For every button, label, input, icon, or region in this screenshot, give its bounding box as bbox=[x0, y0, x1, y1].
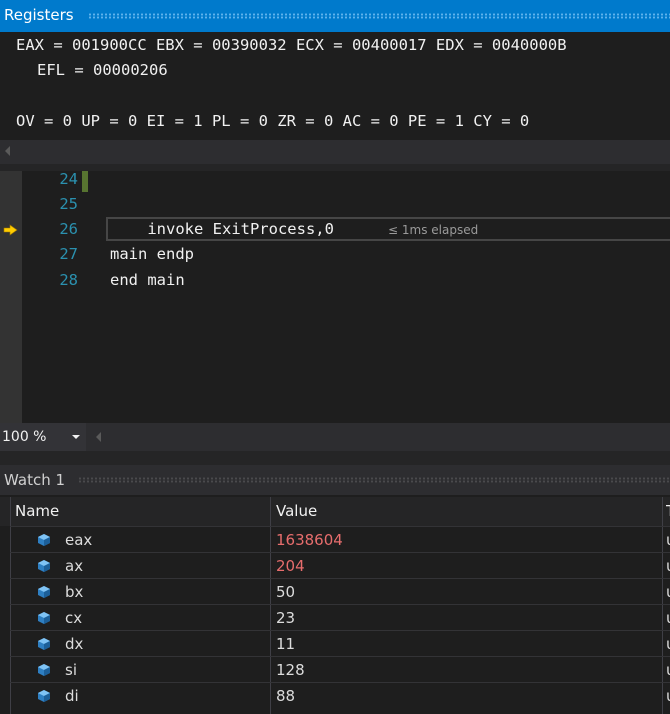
line-number: 26 bbox=[59, 220, 78, 238]
watch-item-name[interactable]: si bbox=[65, 661, 77, 679]
watch-row-dx[interactable]: dx 11 u bbox=[10, 630, 670, 656]
editor-zoom-bar: 100 % bbox=[0, 423, 670, 451]
registers-title-bar[interactable]: Registers bbox=[0, 0, 670, 32]
panel-separator bbox=[0, 451, 670, 465]
watch-column-header: Name Value T bbox=[0, 497, 670, 526]
watch-item-value[interactable]: 88 bbox=[276, 687, 295, 705]
registers-panel[interactable]: EAX = 001900CC EBX = 00390032 ECX = 0040… bbox=[0, 32, 670, 140]
glyph-margin[interactable] bbox=[0, 171, 22, 423]
editor-scroll-left-arrow-icon[interactable] bbox=[96, 432, 101, 442]
watch-item-value[interactable]: 11 bbox=[276, 635, 295, 653]
watch-row-ax[interactable]: ax 204 u bbox=[10, 552, 670, 578]
watch-title-bar[interactable]: Watch 1 bbox=[0, 465, 670, 495]
scroll-left-arrow-icon[interactable] bbox=[5, 146, 10, 156]
line-number: 24 bbox=[59, 170, 78, 188]
elapsed-time-tip: ≤ 1ms elapsed bbox=[388, 223, 479, 237]
watch-item-name[interactable]: bx bbox=[65, 583, 83, 601]
variable-cube-icon bbox=[37, 688, 51, 702]
zoom-level-value: 100 % bbox=[2, 429, 47, 445]
registers-grip bbox=[88, 13, 670, 19]
watch-left-margin bbox=[0, 526, 10, 714]
watch-item-name[interactable]: di bbox=[65, 687, 79, 705]
watch-item-type: u bbox=[666, 687, 670, 705]
line-number: 25 bbox=[59, 195, 78, 213]
watch-item-value[interactable]: 23 bbox=[276, 609, 295, 627]
watch-item-value[interactable]: 128 bbox=[276, 661, 305, 679]
variable-cube-icon bbox=[37, 636, 51, 650]
panel-separator bbox=[0, 164, 670, 171]
variable-cube-icon bbox=[37, 610, 51, 624]
registers-line-efl: EFL = 00000206 bbox=[37, 61, 168, 79]
variable-cube-icon bbox=[37, 662, 51, 676]
watch-item-name[interactable]: ax bbox=[65, 557, 83, 575]
watch-title: Watch 1 bbox=[4, 471, 66, 489]
changed-line-marker bbox=[82, 171, 88, 192]
variable-cube-icon bbox=[37, 558, 51, 572]
watch-row-eax[interactable]: eax 1638604 u bbox=[10, 526, 670, 552]
registers-horizontal-scrollbar[interactable] bbox=[0, 140, 670, 164]
watch-item-value[interactable]: 204 bbox=[276, 557, 305, 575]
code-line[interactable]: end main bbox=[110, 271, 185, 289]
code-line-current[interactable]: invoke ExitProcess,0 bbox=[110, 220, 334, 238]
watch-item-name[interactable]: cx bbox=[65, 609, 82, 627]
code-line[interactable]: main endp bbox=[110, 245, 194, 263]
line-number: 27 bbox=[59, 245, 78, 263]
zoom-level-dropdown[interactable]: 100 % bbox=[0, 423, 86, 451]
registers-line-general: EAX = 001900CC EBX = 00390032 ECX = 0040… bbox=[16, 36, 567, 54]
watch-grip bbox=[78, 477, 670, 483]
line-number: 28 bbox=[59, 271, 78, 289]
current-line-arrow-icon bbox=[3, 224, 18, 236]
watch-item-value[interactable]: 50 bbox=[276, 583, 295, 601]
registers-title: Registers bbox=[4, 6, 74, 24]
watch-item-name[interactable]: eax bbox=[65, 531, 92, 549]
watch-row-cx[interactable]: cx 23 u bbox=[10, 604, 670, 630]
watch-row-si[interactable]: si 128 u bbox=[10, 656, 670, 682]
column-header-type[interactable]: T bbox=[666, 502, 670, 520]
chevron-down-icon[interactable] bbox=[72, 435, 80, 439]
watch-item-type: u bbox=[666, 583, 670, 601]
watch-item-value[interactable]: 1638604 bbox=[276, 531, 343, 549]
watch-item-type: u bbox=[666, 531, 670, 549]
watch-item-type: u bbox=[666, 609, 670, 627]
watch-item-type: u bbox=[666, 661, 670, 679]
column-header-name[interactable]: Name bbox=[15, 502, 59, 520]
variable-cube-icon bbox=[37, 584, 51, 598]
watch-item-type: u bbox=[666, 635, 670, 653]
watch-row-di[interactable]: di 88 u bbox=[10, 682, 670, 708]
column-header-value[interactable]: Value bbox=[276, 502, 317, 520]
variable-cube-icon bbox=[37, 532, 51, 546]
registers-line-flags: OV = 0 UP = 0 EI = 1 PL = 0 ZR = 0 AC = … bbox=[16, 112, 530, 130]
watch-row-bx[interactable]: bx 50 u bbox=[10, 578, 670, 604]
code-editor[interactable]: 24 25 26 27 28 invoke ExitProcess,0 main… bbox=[0, 170, 670, 423]
watch-item-name[interactable]: dx bbox=[65, 635, 83, 653]
watch-item-type: u bbox=[666, 557, 670, 575]
